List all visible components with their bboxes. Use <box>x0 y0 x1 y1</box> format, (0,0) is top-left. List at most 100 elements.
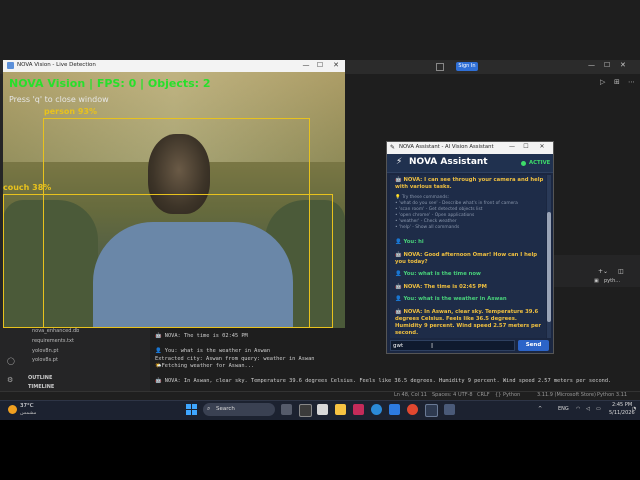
chat-message-nova: 🤖 NOVA: The time is 02:45 PM <box>395 284 487 290</box>
app-icon[interactable] <box>425 404 438 417</box>
hint-item: • 'scan room' - Get detected objects lis… <box>395 207 483 212</box>
camera-window[interactable]: NOVA Vision - Live Detection — ☐ ✕ perso… <box>3 60 345 328</box>
taskbar-search[interactable] <box>203 403 275 416</box>
chat-message-nova: 🤖 NOVA: I can see through your camera an… <box>395 177 544 190</box>
split-terminal-icon[interactable]: ◫ <box>618 268 624 275</box>
battery-icon[interactable]: ▭ <box>596 406 601 412</box>
terminal-line: 🤖 NOVA: The time is 02:45 PM <box>155 333 248 339</box>
desktop-screen: Sign In — ☐ ✕ ▷ ⊞ ⋯ nova_enhanced.db req… <box>0 0 640 420</box>
split-editor-icon[interactable]: ⊞ <box>614 78 620 86</box>
assistant-window[interactable]: ✎ NOVA Assistant - AI Vision Assistant —… <box>386 141 554 354</box>
windows-logo-icon <box>192 404 197 409</box>
person-detection-label: person 93% <box>44 107 97 116</box>
terminal-tab[interactable]: pyth... <box>604 278 620 284</box>
send-button[interactable]: Send <box>518 340 549 351</box>
camera-window-title: NOVA Vision - Live Detection <box>17 62 96 68</box>
hint-item: • 'what do you see' - Describe what's in… <box>395 201 518 206</box>
app-icon[interactable] <box>353 404 364 415</box>
python-window-icon[interactable] <box>444 404 455 415</box>
weather-temperature[interactable]: 37°C <box>20 403 34 409</box>
tray-chevron-icon[interactable]: ^ <box>538 406 542 412</box>
explorer-item[interactable]: nova_enhanced.db <box>32 328 79 334</box>
windows-logo-icon <box>192 410 197 415</box>
run-icon[interactable]: ▷ <box>600 78 605 86</box>
windows-logo-icon <box>186 410 191 415</box>
message-input[interactable]: gwt <box>390 340 515 351</box>
outline-section[interactable]: OUTLINE <box>28 375 52 381</box>
minimize-icon[interactable]: — <box>299 61 313 69</box>
feather-icon: ✎ <box>390 144 396 151</box>
file-explorer-icon[interactable] <box>335 404 346 415</box>
widgets-icon[interactable] <box>299 404 312 417</box>
language-indicator[interactable]: ENG <box>558 406 569 412</box>
clock-date[interactable]: 5/11/2026 <box>609 410 635 416</box>
close-icon[interactable]: ✕ <box>329 61 343 69</box>
app-icon[interactable] <box>317 404 328 415</box>
minimize-icon[interactable]: — <box>588 61 595 69</box>
status-interpreter[interactable]: 3.11.9 (Microsoft Store) <box>537 392 596 398</box>
couch-detection-label: couch 38% <box>3 183 52 192</box>
chat-scrollbar-thumb[interactable] <box>547 212 551 322</box>
start-button[interactable] <box>186 404 197 415</box>
letterbox-bottom <box>0 420 640 480</box>
lightning-icon: ⚡ <box>396 157 403 167</box>
chat-message-user: 👤 You: what is the weather in Aswan <box>395 296 507 302</box>
notification-icon[interactable]: ◔ <box>632 406 636 412</box>
explorer-item[interactable]: yolov8n.pt <box>32 348 59 354</box>
terminal-icon: ▣ <box>594 278 599 284</box>
task-view-icon[interactable] <box>281 404 292 415</box>
chrome-icon[interactable] <box>407 404 418 415</box>
maximize-icon[interactable]: ☐ <box>604 61 610 69</box>
clock-time[interactable]: 2:45 PM <box>612 402 632 408</box>
status-badge: ACTIVE <box>529 160 551 166</box>
status-python-version[interactable]: Python 3.11 <box>597 392 627 398</box>
add-terminal-icon[interactable]: +⌄ <box>598 268 608 275</box>
timeline-section[interactable]: TIMELINE <box>28 384 54 390</box>
terminal-line: 👤 You: what is the weather in Aswan <box>155 348 271 354</box>
status-eol[interactable]: CRLF <box>477 392 490 398</box>
minimize-icon[interactable]: — <box>505 143 519 150</box>
camera-feed: person 93% couch 38% NOVA Vision | FPS: … <box>3 72 345 328</box>
hint-title: 💡 Try these commands: <box>395 195 449 200</box>
more-icon[interactable]: ⋯ <box>628 78 635 86</box>
hint-item: • 'help' - Show all commands <box>395 225 460 230</box>
status-cursor[interactable]: Ln 48, Col 11 <box>394 392 427 398</box>
status-language[interactable]: {} Python <box>495 392 520 398</box>
close-hint: Press 'q' to close window <box>9 95 109 104</box>
maximize-icon[interactable]: ☐ <box>313 61 327 69</box>
app-icon <box>7 62 14 69</box>
assistant-title-bar[interactable]: ✎ NOVA Assistant - AI Vision Assistant —… <box>387 142 553 154</box>
chat-history[interactable]: 🤖 NOVA: I can see through your camera an… <box>390 175 546 338</box>
vscode-icon[interactable] <box>389 404 400 415</box>
explorer-item[interactable]: yolov8s.pt <box>32 357 58 363</box>
chat-message-nova: 🤖 NOVA: Good afternoon Omar! How can I h… <box>395 252 538 265</box>
terminal-line: 🌤️Fetching weather for Aswan... <box>155 363 255 369</box>
close-icon[interactable]: ✕ <box>535 143 549 150</box>
edge-icon[interactable] <box>371 404 382 415</box>
assistant-name: NOVA Assistant <box>409 157 488 167</box>
weather-sun-icon[interactable] <box>8 405 17 414</box>
terminal-line: Extracted city: Aswan from query: weathe… <box>155 356 315 362</box>
hint-item: • 'open chrome' - Open applications <box>395 213 475 218</box>
couch-bounding-box <box>3 194 333 328</box>
assistant-window-title: NOVA Assistant - AI Vision Assistant <box>399 144 494 150</box>
status-encoding[interactable]: UTF-8 <box>458 392 473 398</box>
status-spaces[interactable]: Spaces: 4 <box>432 392 456 398</box>
settings-gear-icon[interactable]: ⚙ <box>7 376 13 384</box>
explorer-item[interactable]: requirements.txt <box>32 338 74 344</box>
search-label: Search <box>216 406 235 412</box>
close-icon[interactable]: ✕ <box>620 61 626 69</box>
weather-description[interactable]: مشمس <box>20 410 36 416</box>
terminal-line: 🤖 NOVA: In Aswan, clear sky. Temperature… <box>155 378 612 384</box>
chat-message-nova: 🤖 NOVA: In Aswan, clear sky. Temperature… <box>395 309 541 336</box>
text-cursor-icon: I <box>431 342 434 350</box>
volume-icon[interactable]: ◁ <box>586 406 590 412</box>
windows-logo-icon <box>186 404 191 409</box>
maximize-icon[interactable]: ☐ <box>519 143 533 150</box>
account-icon[interactable]: ◯ <box>7 357 15 365</box>
hint-item: • 'weather' - Check weather <box>395 219 457 224</box>
wifi-icon[interactable]: ◠ <box>576 406 580 412</box>
signin-button[interactable]: Sign In <box>456 62 478 71</box>
camera-title-bar[interactable]: NOVA Vision - Live Detection — ☐ ✕ <box>3 60 345 72</box>
layout-icon[interactable] <box>436 63 444 71</box>
